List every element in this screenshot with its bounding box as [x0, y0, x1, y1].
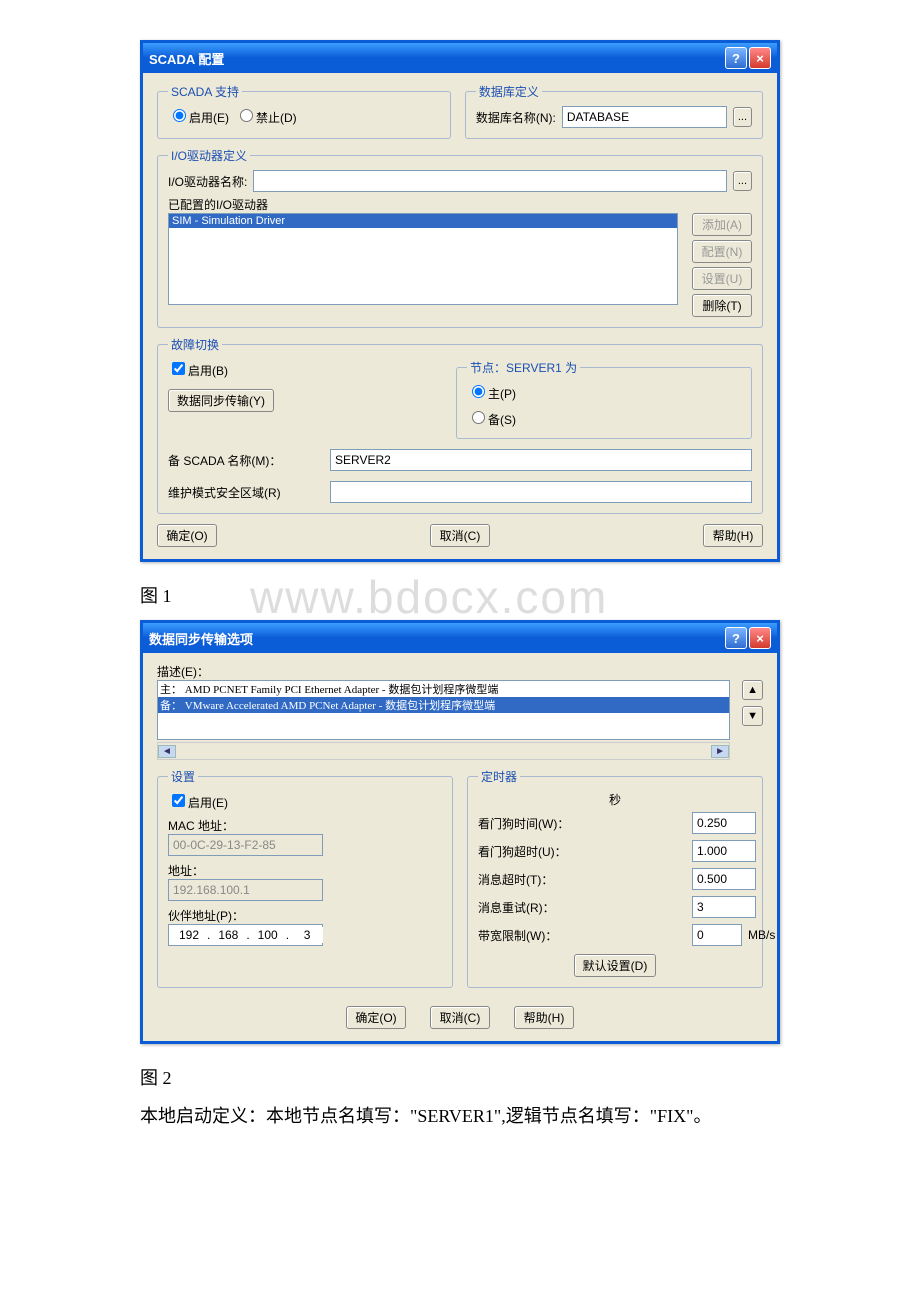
desc-label: 描述(E)： — [157, 665, 209, 679]
primary-radio-label[interactable]: 主(P) — [467, 387, 516, 401]
failover-enable-checkbox[interactable] — [172, 362, 185, 375]
settings-legend: 设置 — [168, 768, 198, 785]
backup-scada-label: 备 SCADA 名称(M)： — [168, 452, 318, 469]
bandwidth-label: 带宽限制(W)： — [478, 927, 684, 944]
db-def-group: 数据库定义 数据库名称(N): ... — [465, 83, 763, 139]
close-icon[interactable]: × — [749, 627, 771, 649]
scroll-right-icon[interactable]: ► — [711, 745, 729, 758]
dialog2-titlebar[interactable]: 数据同步传输选项 ? × — [143, 623, 777, 653]
ip-seg-1[interactable] — [173, 927, 205, 943]
watchdog-timeout-label: 看门狗超时(U)： — [478, 843, 684, 860]
dialog2-title: 数据同步传输选项 — [149, 629, 253, 648]
figure-2-caption: 图 2 — [140, 1064, 780, 1090]
delete-button[interactable]: 删除(T) — [692, 294, 752, 317]
partner-ip-input[interactable]: . . . — [168, 924, 323, 946]
move-up-button[interactable]: ▲ — [742, 680, 763, 700]
failover-group: 故障切换 启用(B) 数据同步传输(Y) 节点：SERVER1 为 主(P) 备… — [157, 336, 763, 514]
scada-config-dialog: SCADA 配置 ? × SCADA 支持 启用(E) 禁止(D) 数据库定义 … — [140, 40, 780, 562]
config-button[interactable]: 配置(N) — [692, 240, 752, 263]
disable-radio[interactable] — [240, 109, 253, 122]
adapter-list[interactable]: 主： AMD PCNET Family PCI Ethernet Adapter… — [157, 680, 730, 740]
maint-area-input[interactable] — [330, 481, 752, 503]
mac-input — [168, 834, 323, 856]
io-driver-group: I/O驱动器定义 I/O驱动器名称: ... 已配置的I/O驱动器 SIM - … — [157, 147, 763, 328]
backup-radio[interactable] — [472, 411, 485, 424]
adapter-backup[interactable]: 备： VMware Accelerated AMD PCNet Adapter … — [158, 697, 729, 713]
maint-area-label: 维护模式安全区域(R) — [168, 484, 318, 501]
h-scrollbar[interactable]: ◄ ► — [157, 742, 730, 760]
figure-1-caption: 图 1 — [140, 582, 780, 608]
dialog1-titlebar[interactable]: SCADA 配置 ? × — [143, 43, 777, 73]
help-icon[interactable]: ? — [725, 627, 747, 649]
ip-seg-2[interactable] — [212, 927, 244, 943]
timer-unit: 秒 — [609, 793, 621, 807]
db-name-input[interactable] — [562, 106, 727, 128]
addr-input — [168, 879, 323, 901]
close-icon[interactable]: × — [749, 47, 771, 69]
data-sync-dialog: 数据同步传输选项 ? × 描述(E)： 主： AMD PCNET Family … — [140, 620, 780, 1044]
db-name-label: 数据库名称(N): — [476, 109, 556, 126]
add-button[interactable]: 添加(A) — [692, 213, 752, 236]
settings-enable-label[interactable]: 启用(E) — [168, 796, 228, 810]
defaults-button[interactable]: 默认设置(D) — [574, 954, 657, 977]
ip-seg-4[interactable] — [291, 927, 323, 943]
io-driver-list[interactable]: SIM - Simulation Driver — [168, 213, 678, 305]
adapter-main[interactable]: 主： AMD PCNET Family PCI Ethernet Adapter… — [158, 681, 729, 697]
partner-label: 伙伴地址(P)： — [168, 909, 244, 923]
db-browse-button[interactable]: ... — [733, 107, 752, 127]
dialog1-title: SCADA 配置 — [149, 49, 224, 68]
help-button[interactable]: 帮助(H) — [703, 524, 763, 547]
settings-group: 设置 启用(E) MAC 地址： 地址： 伙伴地址(P)： . . . — [157, 768, 453, 988]
scada-support-group: SCADA 支持 启用(E) 禁止(D) — [157, 83, 451, 139]
scroll-left-icon[interactable]: ◄ — [158, 745, 176, 758]
failover-enable-label[interactable]: 启用(B) — [168, 364, 228, 378]
timer-group: 定时器 秒 看门狗时间(W)： 看门狗超时(U)： 消息超时(T)： 消息重试(… — [467, 768, 763, 988]
io-name-label: I/O驱动器名称: — [168, 173, 247, 190]
configured-io-label: 已配置的I/O驱动器 — [168, 198, 268, 212]
ip-seg-3[interactable] — [252, 927, 284, 943]
backup-scada-input[interactable] — [330, 449, 752, 471]
enable-radio-label[interactable]: 启用(E) — [168, 106, 229, 126]
io-driver-legend: I/O驱动器定义 — [168, 147, 250, 164]
cancel-button[interactable]: 取消(C) — [430, 524, 490, 547]
setup-button[interactable]: 设置(U) — [692, 267, 752, 290]
watchdog-time-input[interactable] — [692, 812, 756, 834]
scada-support-legend: SCADA 支持 — [168, 83, 242, 100]
help-icon[interactable]: ? — [725, 47, 747, 69]
io-name-input[interactable] — [253, 170, 726, 192]
watchdog-timeout-input[interactable] — [692, 840, 756, 862]
watchdog-time-label: 看门狗时间(W)： — [478, 815, 684, 832]
ok-button-2[interactable]: 确定(O) — [346, 1006, 406, 1029]
data-sync-button[interactable]: 数据同步传输(Y) — [168, 389, 274, 412]
move-down-button[interactable]: ▼ — [742, 706, 763, 726]
ok-button[interactable]: 确定(O) — [157, 524, 217, 547]
node-group-legend: 节点：SERVER1 为 — [467, 359, 580, 376]
timer-legend: 定时器 — [478, 768, 520, 785]
settings-enable-checkbox[interactable] — [172, 794, 185, 807]
msg-retry-label: 消息重试(R)： — [478, 899, 684, 916]
help-button-2[interactable]: 帮助(H) — [514, 1006, 574, 1029]
msg-retry-input[interactable] — [692, 896, 756, 918]
primary-radio[interactable] — [472, 385, 485, 398]
body-paragraph: 本地启动定义：本地节点名填写："SERVER1",逻辑节点名填写："FIX"。 — [140, 1102, 780, 1128]
disable-radio-label[interactable]: 禁止(D) — [235, 106, 297, 126]
enable-radio[interactable] — [173, 109, 186, 122]
io-browse-button[interactable]: ... — [733, 171, 752, 191]
bandwidth-unit: MB/s — [748, 928, 775, 942]
io-driver-item[interactable]: SIM - Simulation Driver — [169, 214, 677, 228]
backup-radio-label[interactable]: 备(S) — [467, 413, 516, 427]
msg-timeout-label: 消息超时(T)： — [478, 871, 684, 888]
msg-timeout-input[interactable] — [692, 868, 756, 890]
addr-label: 地址： — [168, 864, 204, 878]
cancel-button-2[interactable]: 取消(C) — [430, 1006, 490, 1029]
node-group: 节点：SERVER1 为 主(P) 备(S) — [456, 359, 752, 439]
db-def-legend: 数据库定义 — [476, 83, 542, 100]
bandwidth-input[interactable] — [692, 924, 742, 946]
mac-label: MAC 地址： — [168, 819, 234, 833]
failover-legend: 故障切换 — [168, 336, 222, 353]
